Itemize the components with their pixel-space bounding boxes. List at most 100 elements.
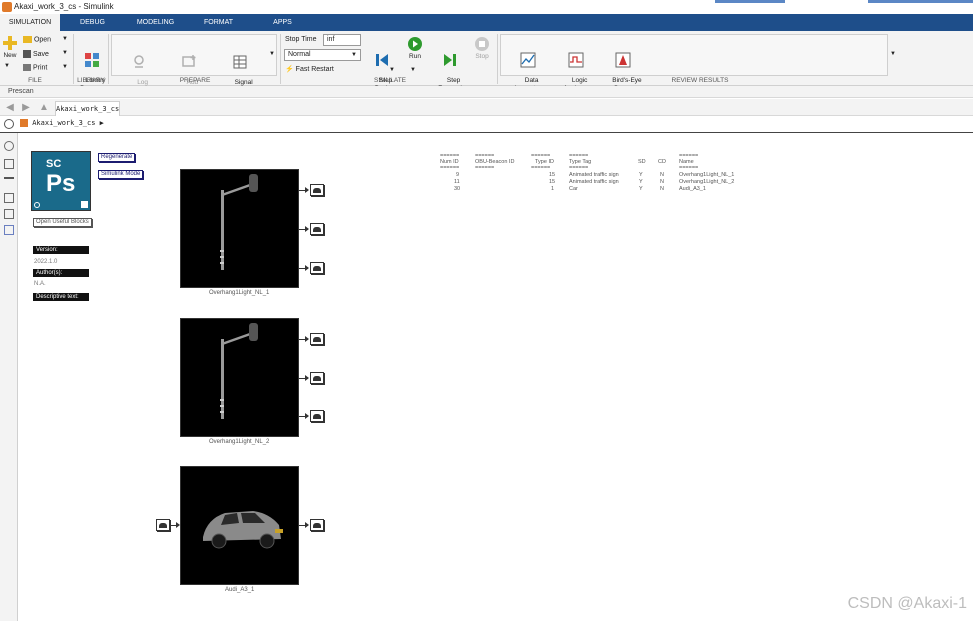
open-button[interactable]: Open	[23, 36, 51, 43]
stop-label: Stop	[475, 53, 489, 60]
open-label: Open	[33, 36, 52, 44]
review-gallery-expand-icon[interactable]: ▼	[890, 51, 896, 57]
window-title: Akaxi_work_3_cs - Simulink	[14, 2, 114, 11]
save-dropdown-arrow-icon[interactable]: ▼	[62, 50, 68, 56]
overhang-light-block-2[interactable]	[180, 318, 299, 437]
simulink-mode-button[interactable]: Simulink Mode	[98, 170, 144, 179]
simulation-mode-dropdown[interactable]: Normal ▼	[284, 49, 361, 61]
overhang-light-block-1[interactable]	[180, 169, 299, 288]
tab-apps[interactable]: APPS	[260, 14, 305, 31]
annotation-icon[interactable]	[4, 193, 14, 203]
stop-time-label: Stop Time	[285, 36, 317, 43]
library-grid-icon	[85, 53, 99, 67]
prescan-logo-block[interactable]: SC Ps	[31, 151, 91, 211]
step-back-icon	[376, 54, 388, 66]
step-forward-icon	[444, 54, 456, 66]
run-button[interactable]: Run	[403, 36, 427, 61]
zoom-icon[interactable]	[4, 141, 14, 151]
audi-car-block[interactable]	[180, 466, 299, 585]
output-port-block[interactable]	[310, 410, 324, 422]
run-dropdown-icon[interactable]: ▼	[410, 67, 416, 73]
tab-simulation[interactable]: SIMULATION	[0, 14, 60, 31]
arrow-direction-icon[interactable]	[4, 177, 14, 187]
forward-arrow-icon[interactable]: ▶	[20, 102, 32, 113]
area-icon[interactable]	[4, 225, 14, 235]
model-tab[interactable]: Akaxi_work_3_cs	[55, 101, 120, 116]
fast-restart-icon: ⚡	[285, 66, 294, 73]
ribbon-tab-bar: SIMULATION DEBUG MODELING FORMAT APPS	[0, 14, 973, 31]
tab-format[interactable]: FORMAT	[196, 14, 241, 31]
tab-debug[interactable]: DEBUG	[70, 14, 115, 31]
step-back-dropdown-icon[interactable]: ▼	[389, 67, 395, 73]
cell-num-id: 9	[456, 172, 460, 178]
prescan-toolbar: Prescan	[0, 86, 973, 98]
author-value: N.A.	[34, 281, 46, 287]
cell-name: Audi_A3_1	[679, 186, 706, 192]
run-label: Run	[409, 53, 421, 60]
title-bar: Akaxi_work_3_cs - Simulink	[0, 0, 973, 14]
prepare-gallery-expand-icon[interactable]: ▼	[269, 51, 275, 57]
open-useful-blocks-button[interactable]: Open Useful Blocks	[33, 218, 92, 227]
signal-table-icon	[233, 55, 247, 69]
fit-to-view-icon[interactable]	[4, 159, 14, 169]
ribbon-toolbar: New Open ▼ Save ▼ Print ▼ ▼ FILE Library…	[0, 31, 973, 94]
signal-arrow-icon	[305, 375, 309, 381]
logo-corner-icon	[81, 201, 88, 208]
save-button[interactable]: Save	[23, 50, 49, 58]
signal-arrow-icon	[176, 522, 180, 528]
printer-icon	[23, 64, 31, 71]
model-canvas[interactable]	[19, 134, 973, 621]
window-control-strip	[715, 0, 785, 3]
output-port-block[interactable]	[310, 262, 324, 274]
output-port-block[interactable]	[310, 333, 324, 345]
car-icon	[203, 511, 283, 549]
description-label: Descriptive text:	[33, 293, 89, 301]
separator	[280, 34, 281, 84]
image-icon[interactable]	[4, 209, 14, 219]
cell-type-tag: Animated traffic sign	[569, 172, 619, 178]
breadcrumb[interactable]: Akaxi_work_3_cs ▶	[20, 119, 104, 127]
prepare-group-label: PREPARE	[179, 77, 211, 84]
signal-arrow-icon	[305, 226, 309, 232]
library-group-label: LIBRARY	[77, 77, 105, 84]
new-button[interactable]: New	[1, 35, 19, 60]
cell-name: Overhang1Light_NL_1	[679, 172, 735, 178]
model-icon	[20, 119, 28, 127]
fast-restart-toggle[interactable]: ⚡ Fast Restart	[285, 65, 334, 73]
header-sd: SD	[638, 159, 646, 165]
stop-button[interactable]: Stop	[470, 36, 494, 61]
model-browser-icon[interactable]	[4, 119, 14, 129]
simulate-group-label: SIMULATE	[373, 77, 407, 84]
fast-restart-label: Fast Restart	[295, 66, 334, 73]
print-button[interactable]: Print	[23, 64, 47, 71]
new-dropdown-arrow-icon[interactable]: ▼	[4, 63, 10, 69]
output-port-block[interactable]	[310, 519, 324, 531]
add-viewer-icon	[182, 55, 196, 67]
logic-analyzer-icon	[568, 52, 584, 68]
window-control-strip-2	[868, 0, 973, 3]
logo-circle-icon	[34, 202, 40, 208]
input-port-block[interactable]	[156, 519, 170, 531]
data-inspector-icon	[520, 52, 536, 68]
prescan-label[interactable]: Prescan	[8, 88, 34, 95]
run-play-icon	[408, 37, 422, 51]
print-dropdown-arrow-icon[interactable]: ▼	[62, 64, 68, 70]
up-arrow-icon[interactable]: ▲	[38, 102, 50, 113]
signal-arrow-icon	[305, 522, 309, 528]
back-arrow-icon[interactable]: ◀	[4, 102, 16, 113]
separator-text: ======	[679, 165, 699, 171]
tab-modeling[interactable]: MODELING	[128, 14, 183, 31]
output-port-block[interactable]	[310, 223, 324, 235]
output-port-block[interactable]	[310, 184, 324, 196]
simulink-app-icon	[2, 2, 12, 12]
stop-time-input[interactable]: inf	[323, 34, 361, 46]
chevron-down-icon: ▼	[351, 52, 357, 58]
open-dropdown-arrow-icon[interactable]: ▼	[62, 36, 68, 42]
simulation-mode-value: Normal	[288, 51, 311, 58]
output-port-block[interactable]	[310, 372, 324, 384]
version-label: Version:	[33, 246, 89, 254]
signal-arrow-icon	[305, 336, 309, 342]
regenerate-button[interactable]: Regenerate	[98, 153, 136, 162]
cell-type-id: 15	[549, 172, 556, 178]
logo-sc-text: SC	[46, 158, 62, 170]
